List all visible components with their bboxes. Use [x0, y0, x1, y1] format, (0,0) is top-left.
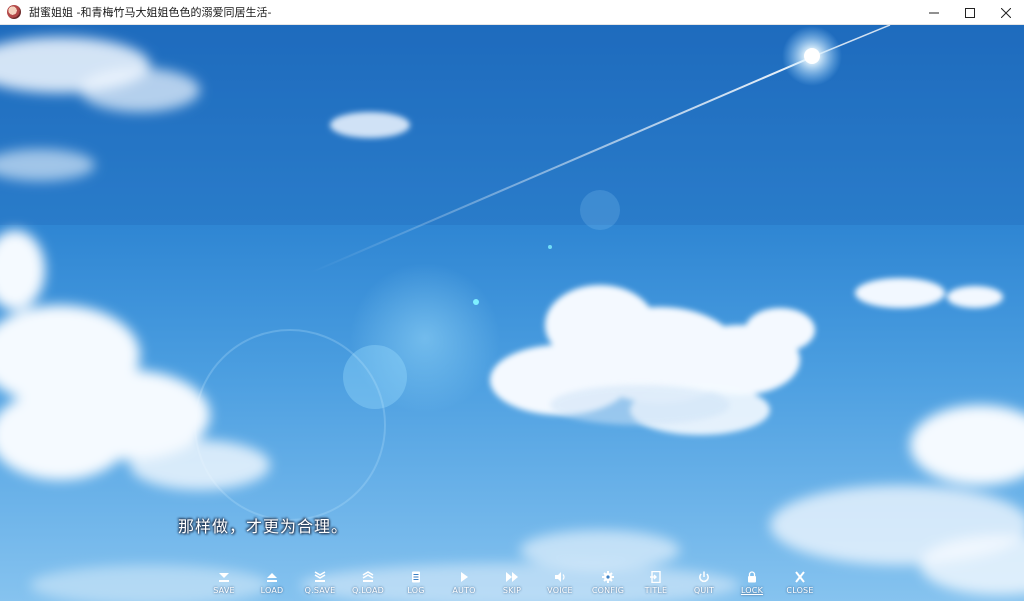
- menu-log-button[interactable]: LOG: [392, 571, 440, 599]
- menu-label: CONFIG: [591, 586, 625, 595]
- menu-label: Q.SAVE: [304, 586, 336, 595]
- log-icon: [412, 571, 420, 583]
- dialogue-text[interactable]: 那样做，才更为合理。: [178, 513, 348, 537]
- window-controls: [916, 0, 1024, 25]
- sky-background: [0, 25, 1024, 601]
- speaker-icon: [555, 572, 565, 582]
- menu-save-button[interactable]: SAVE: [200, 571, 248, 599]
- menu-label: SKIP: [502, 586, 522, 595]
- quick-save-icon: [314, 571, 326, 582]
- menu-skip-button[interactable]: SKIP: [488, 571, 536, 599]
- menu-quick-load-button[interactable]: Q.LOAD: [344, 571, 392, 599]
- title-bar: 甜蜜姐姐 -和青梅竹马大姐姐色色的溺爱同居生活-: [0, 0, 1024, 25]
- save-icon: [219, 573, 229, 582]
- close-x-icon: [795, 571, 805, 583]
- quick-load-icon: [362, 571, 374, 582]
- menu-label: AUTO: [452, 586, 476, 595]
- menu-close-button[interactable]: CLOSE: [776, 571, 824, 599]
- menu-label: CLOSE: [786, 586, 814, 595]
- menu-label: LOAD: [260, 586, 284, 595]
- cloud-bottom-right: [770, 405, 1024, 595]
- minimize-icon: [929, 12, 939, 13]
- menu-voice-button[interactable]: VOICE: [536, 571, 584, 599]
- cloud-right: [855, 278, 1003, 308]
- power-icon: [699, 571, 709, 583]
- play-icon: [461, 572, 468, 582]
- menu-label: LOG: [407, 586, 425, 595]
- menu-label: VOICE: [547, 586, 573, 595]
- menu-label: TITLE: [644, 586, 668, 595]
- menu-label: SAVE: [213, 586, 235, 595]
- maximize-icon: [965, 7, 975, 18]
- exit-to-title-icon: [650, 571, 661, 583]
- menu-config-button[interactable]: CONFIG: [584, 571, 632, 599]
- app-icon: [7, 5, 21, 19]
- cloud-left-bank: [0, 230, 270, 490]
- fast-forward-icon: [506, 572, 518, 582]
- gear-icon: [602, 571, 614, 583]
- window-title: 甜蜜姐姐 -和青梅竹马大姐姐色色的溺爱同居生活-: [29, 6, 272, 19]
- menu-title-button[interactable]: TITLE: [632, 571, 680, 599]
- window-close-button[interactable]: [988, 0, 1024, 25]
- menu-quick-save-button[interactable]: Q.SAVE: [296, 571, 344, 599]
- menu-quit-button[interactable]: QUIT: [680, 571, 728, 599]
- menu-label: LOCK: [740, 586, 764, 595]
- quick-menu: SAVE LOAD Q.SAVE Q.LOAD LOG AUTO SKIP VO…: [200, 571, 824, 599]
- load-icon: [267, 573, 277, 582]
- lock-icon: [748, 571, 756, 583]
- game-scene[interactable]: 那样做，才更为合理。 SAVE LOAD Q.SAVE Q.LOAD LOG A…: [0, 25, 1024, 601]
- game-window: 甜蜜姐姐 -和青梅竹马大姐姐色色的溺爱同居生活- 那样做，才更为合理。 SAVE…: [0, 0, 1024, 601]
- menu-label: QUIT: [693, 586, 715, 595]
- maximize-button[interactable]: [952, 0, 988, 25]
- menu-auto-button[interactable]: AUTO: [440, 571, 488, 599]
- close-icon: [1001, 7, 1011, 18]
- menu-label: Q.LOAD: [351, 586, 384, 595]
- minimize-button[interactable]: [916, 0, 952, 25]
- menu-load-button[interactable]: LOAD: [248, 571, 296, 599]
- menu-lock-button[interactable]: LOCK: [728, 571, 776, 599]
